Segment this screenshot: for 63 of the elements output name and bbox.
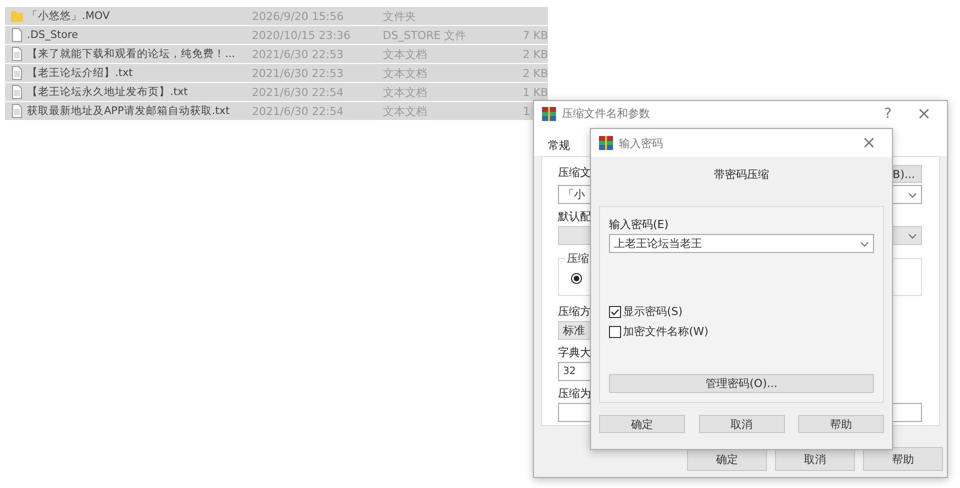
file-row[interactable]: 【老王论坛永久地址发布页】.txt 2021/6/30 22:54 文本文档 1 KB — [5, 83, 548, 102]
file-name: 获取最新地址及APP请发邮箱自动获取.txt — [27, 104, 231, 118]
file-type: 文本文档 — [382, 66, 428, 80]
dialog-button[interactable]: 取消 — [698, 415, 784, 433]
file-row[interactable]: .DS_Store 2020/10/15 23:36 DS_STORE 文件 7 KB — [5, 26, 548, 45]
file-type: 文本文档 — [382, 46, 428, 62]
file-name: .DS_Store — [27, 29, 80, 41]
folder-icon — [10, 9, 24, 23]
field-label: 压缩文 — [558, 165, 591, 180]
file-icon — [10, 28, 24, 42]
dialog-button[interactable]: 帮助 — [863, 447, 943, 471]
chevron-down-icon — [908, 192, 917, 198]
file-size: 1 KB — [522, 86, 548, 98]
radio-button[interactable] — [571, 273, 582, 284]
checkbox[interactable] — [609, 306, 621, 318]
text-file-icon — [10, 66, 24, 80]
close-button[interactable]: × — [909, 104, 939, 124]
file-size: 2 KB — [522, 66, 548, 80]
file-size: 7 KB — [522, 28, 548, 42]
dialog-button[interactable]: 帮助 — [798, 415, 884, 433]
field-label: 默认配 — [558, 209, 591, 224]
file-type: 文件夹 — [383, 8, 417, 24]
close-button[interactable]: × — [854, 133, 884, 153]
file-name: 【老王论坛永久地址发布页】.txt — [27, 85, 189, 99]
checkbox-label: 加密文件名称(W) — [623, 324, 708, 339]
checkbox-label: 显示密码(S) — [623, 304, 683, 319]
file-name: 【来了就能下载和观看的论坛，纯免费！... — [27, 47, 236, 61]
help-button[interactable]: ? — [873, 106, 903, 122]
chevron-down-icon — [908, 232, 917, 238]
file-date: 2020/10/15 23:36 — [252, 28, 352, 42]
file-size: 1 — [523, 104, 530, 118]
file-row[interactable]: 【老王论坛介绍】.txt 2021/6/30 22:53 文本文档 2 KB — [5, 64, 548, 83]
file-type: DS_STORE 文件 — [382, 28, 468, 42]
file-name: 「小悠悠」.MOV — [27, 9, 111, 23]
text-file-icon — [10, 104, 24, 118]
archive-app-icon — [542, 106, 556, 120]
field-label: 字典大 — [558, 345, 591, 360]
checkbox[interactable] — [609, 326, 621, 338]
file-size: 2 KB — [522, 48, 548, 60]
password-label: 输入密码(E) — [609, 217, 669, 232]
window-title: 输入密码 — [619, 136, 664, 150]
chevron-down-icon — [860, 240, 869, 246]
archive-app-icon — [599, 136, 613, 150]
file-row[interactable]: 「小悠悠」.MOV 2026/9/20 15:56 文件夹 — [5, 7, 548, 26]
file-date: 2021/6/30 22:54 — [252, 104, 345, 118]
text-file-icon — [10, 85, 24, 99]
file-type: 文本文档 — [383, 104, 428, 118]
password-field[interactable]: 上老王论坛当老王 — [609, 234, 874, 253]
file-date: 2026/9/20 15:56 — [252, 10, 345, 22]
manage-passwords-button[interactable]: 管理密码(O)... — [609, 374, 874, 393]
window-title: 压缩文件名和参数 — [562, 106, 651, 121]
file-row[interactable]: 【来了就能下载和观看的论坛，纯免费！... 2021/6/30 22:53 文本文档 2 KB — [5, 45, 548, 64]
field-label: 压缩方 — [558, 304, 591, 319]
file-type: 文本文档 — [382, 84, 428, 100]
dialog-button[interactable]: 确定 — [599, 415, 685, 433]
group-label: 压缩 — [565, 251, 591, 266]
file-date: 2021/6/30 22:54 — [252, 86, 344, 98]
text-file-icon — [10, 47, 24, 61]
file-date: 2021/6/30 22:53 — [252, 48, 344, 60]
file-name: 【老王论坛介绍】.txt — [27, 66, 134, 80]
field-label: 压缩为 — [558, 386, 591, 401]
dialog-heading: 带密码压缩 — [714, 167, 769, 182]
file-date: 2021/6/30 22:53 — [252, 66, 344, 80]
